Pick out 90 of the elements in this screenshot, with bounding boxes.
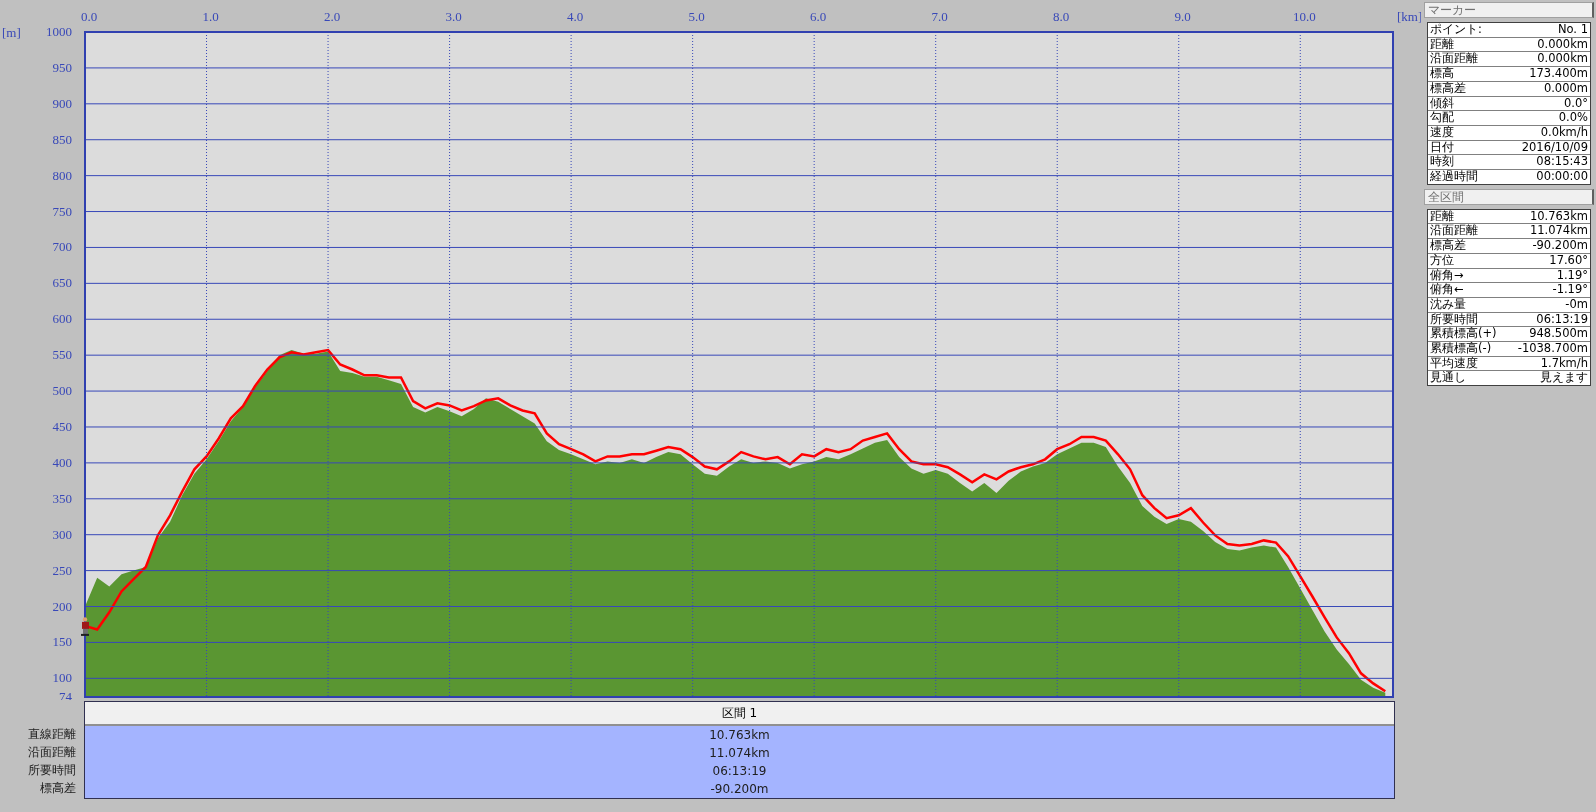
info-value: -1.19° <box>1552 283 1588 297</box>
axis-tick-label: 150 <box>52 634 72 650</box>
axis-tick-label: 9.0 <box>1174 9 1191 24</box>
axis-tick-label: 0.0 <box>80 9 98 24</box>
row-label: 標高差 <box>40 780 76 797</box>
axis-tick-label: 300 <box>52 526 72 542</box>
axis-tick-label: 800 <box>52 167 72 183</box>
axis-tick-label: 850 <box>52 131 72 147</box>
axis-tick-label: 100 <box>52 670 72 686</box>
axis-tick-label: 2.0 <box>323 9 341 24</box>
axis-tick-label: 900 <box>52 95 72 111</box>
panel-header-button[interactable]: 全区間 <box>1424 188 1594 205</box>
info-label: 経過時間 <box>1430 170 1478 184</box>
info-label: 標高差 <box>1430 81 1466 96</box>
info-label: 勾配 <box>1430 111 1454 125</box>
axis-tick-label: 4.0 <box>567 9 584 24</box>
axis-tick-label: 450 <box>52 419 72 434</box>
info-label: 方位 <box>1430 253 1454 268</box>
axis-tick-label: 200 <box>52 598 72 614</box>
info-label: 俯角→ <box>1430 268 1464 283</box>
info-value: 08:15:43 <box>1536 155 1588 170</box>
info-label: 速度 <box>1430 125 1454 140</box>
section-value: -90.200m <box>710 781 769 798</box>
axis-tick-label: 3.0 <box>445 9 462 24</box>
info-value: 173.400m <box>1529 67 1588 81</box>
axis-tick-label: 1.0 <box>202 9 219 24</box>
axis-tick-label: 500 <box>52 383 72 399</box>
info-value: -0m <box>1565 297 1588 312</box>
info-value: 1.19° <box>1556 268 1588 283</box>
info-label: 沿面距離 <box>1430 52 1478 67</box>
info-label: 俯角← <box>1430 283 1464 297</box>
axis-unit-label: [km] <box>1397 9 1421 24</box>
axis-unit-label: [m] <box>2 25 21 40</box>
info-label: 標高差 <box>1430 239 1466 253</box>
axis-tick-label: 1000 <box>46 24 72 39</box>
info-label: ポイント: <box>1430 23 1482 37</box>
axis-tick-label: 700 <box>52 239 72 255</box>
info-label: 沈み量 <box>1430 297 1466 312</box>
info-value: -90.200m <box>1532 239 1588 253</box>
axis-tick-label: 950 <box>52 59 72 75</box>
info-label: 距離 <box>1430 37 1454 52</box>
axis-tick-label: 600 <box>52 311 72 327</box>
axis-tick-label: 400 <box>52 454 72 470</box>
info-label: 時刻 <box>1430 155 1454 170</box>
info-value: 1.7km/h <box>1540 356 1588 371</box>
info-label: 平均速度 <box>1430 356 1478 371</box>
info-value: 00:00:00 <box>1536 170 1588 184</box>
axis-tick-label: 250 <box>52 562 72 578</box>
info-label: 距離 <box>1430 209 1454 224</box>
info-value: 2016/10/09 <box>1521 140 1588 155</box>
section-value: 06:13:19 <box>712 763 767 780</box>
axis-tick-label: 750 <box>52 203 72 219</box>
info-label: 傾斜 <box>1430 96 1454 111</box>
axis-tick-label: 7.0 <box>931 9 948 24</box>
info-value: 見えます <box>1540 371 1588 386</box>
row-label: 直線距離 <box>28 726 76 743</box>
panel-header-button[interactable]: マーカー <box>1424 2 1594 18</box>
row-label: 所要時間 <box>28 762 76 779</box>
info-value: 11.074km <box>1529 224 1588 239</box>
axis-tick-label: 6.0 <box>810 9 827 24</box>
row-label: 沿面距離 <box>28 744 76 761</box>
info-value: 10.763km <box>1529 209 1588 224</box>
info-label: 累積標高(-) <box>1430 342 1492 356</box>
info-value: No. 1 <box>1557 23 1588 37</box>
info-value: 06:13:19 <box>1536 312 1588 327</box>
info-label: 累積標高(+) <box>1430 327 1497 342</box>
info-value: 17.60° <box>1549 253 1588 268</box>
info-label: 所要時間 <box>1430 312 1478 327</box>
axis-tick-label: 10.0 <box>1292 9 1316 24</box>
info-label: 沿面距離 <box>1430 224 1478 239</box>
info-value: 0.000km <box>1537 52 1588 67</box>
axis-tick-label: 650 <box>52 275 72 291</box>
section-value: 10.763km <box>709 727 770 744</box>
info-label: 標高 <box>1430 67 1454 81</box>
info-label: 日付 <box>1430 140 1454 155</box>
info-label: 見通し <box>1430 371 1466 386</box>
info-value: 948.500m <box>1529 327 1588 342</box>
section-header: 区間 1 <box>85 702 1394 726</box>
axis-tick-label: 350 <box>52 490 72 506</box>
axis-tick-label: 550 <box>52 347 72 363</box>
info-value: 0.000m <box>1543 81 1588 96</box>
axis-tick-label: 5.0 <box>688 9 705 24</box>
info-value: 0.0° <box>1563 96 1588 111</box>
info-value: -1038.700m <box>1517 342 1588 356</box>
hiker-icon <box>81 617 89 636</box>
section-value: 11.074km <box>709 745 770 762</box>
info-value: 0.000km <box>1537 37 1588 52</box>
info-value: 0.0% <box>1558 111 1588 125</box>
axis-tick-label: 8.0 <box>1053 9 1070 24</box>
info-value: 0.0km/h <box>1540 125 1588 140</box>
